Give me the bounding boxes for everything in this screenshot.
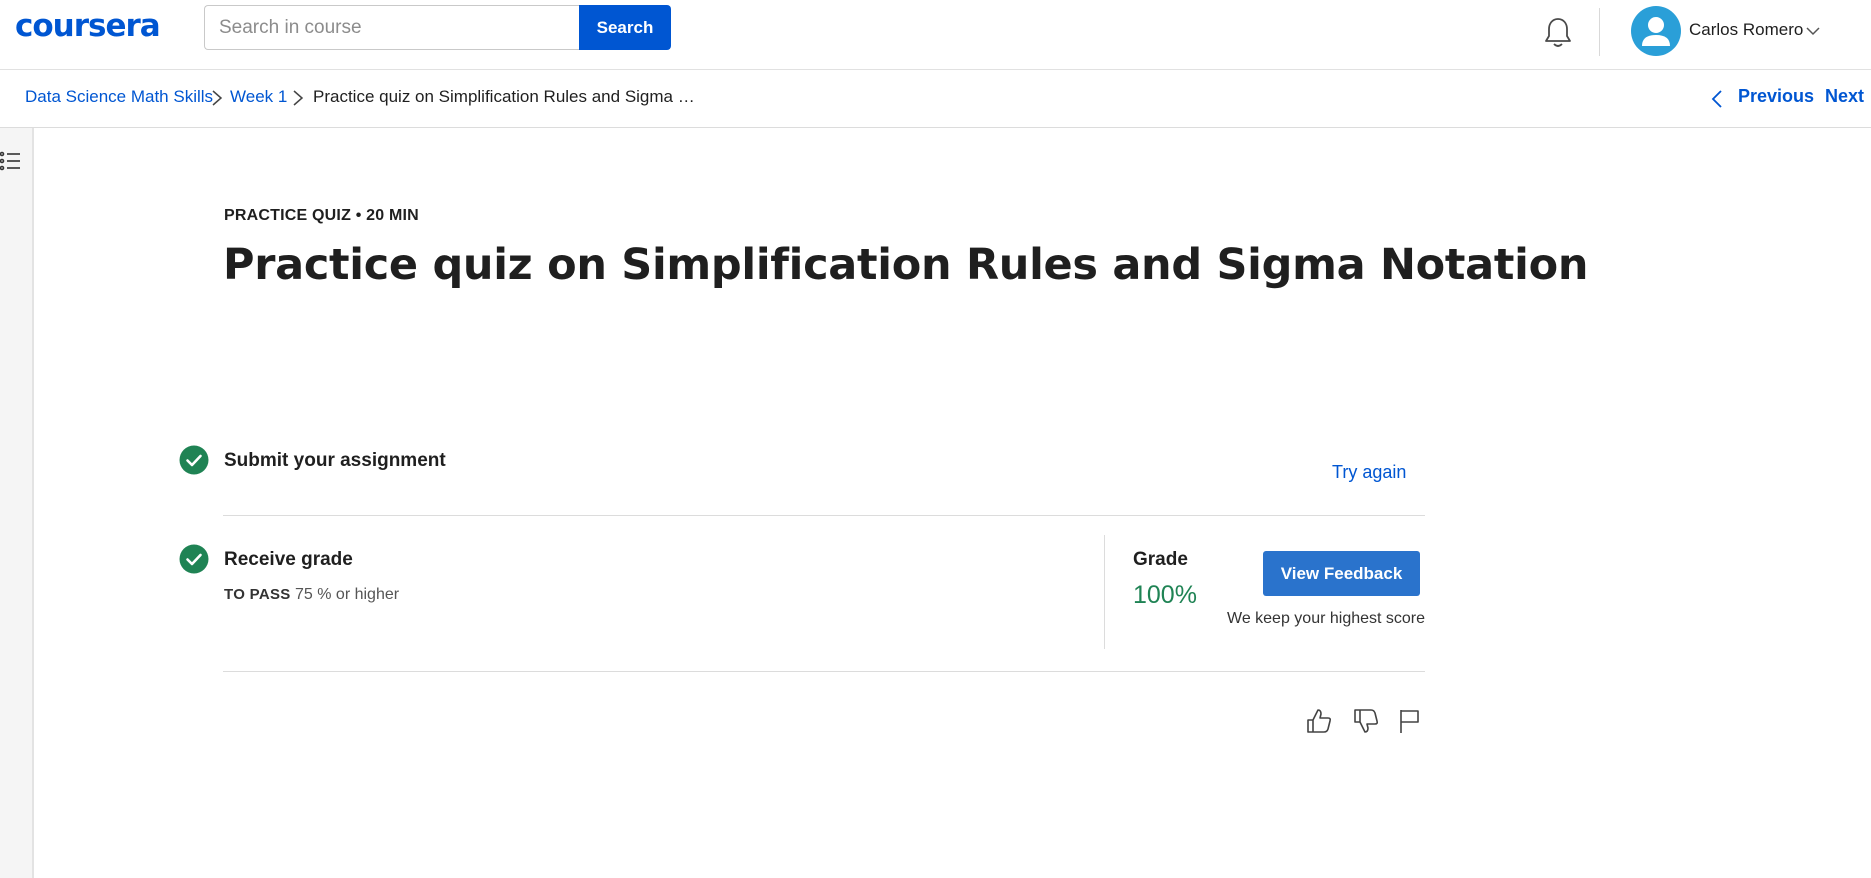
breadcrumb-course[interactable]: Data Science Math Skills xyxy=(25,87,213,107)
section-divider xyxy=(223,515,1425,516)
to-pass-label: TO PASS xyxy=(224,586,291,603)
chevron-left-icon[interactable] xyxy=(1711,89,1723,109)
next-link[interactable]: Next xyxy=(1825,86,1864,107)
header-divider xyxy=(1599,8,1600,56)
thumbs-down-icon[interactable] xyxy=(1352,707,1380,735)
view-feedback-button[interactable]: View Feedback xyxy=(1263,551,1420,596)
section-divider xyxy=(223,671,1425,672)
submit-assignment-title: Submit your assignment xyxy=(224,450,446,471)
user-avatar-icon[interactable] xyxy=(1631,6,1681,56)
outline-list-icon[interactable] xyxy=(0,150,22,172)
thumbs-up-icon[interactable] xyxy=(1305,707,1333,735)
breadcrumb-week[interactable]: Week 1 xyxy=(230,87,287,107)
highest-score-note: We keep your highest score xyxy=(1227,610,1426,627)
to-pass-value: 75 % or higher xyxy=(295,586,400,603)
previous-link[interactable]: Previous xyxy=(1738,86,1814,107)
top-header: coursera Search Carlos Romero xyxy=(0,0,1871,70)
flag-icon[interactable] xyxy=(1396,707,1424,735)
check-circle-icon xyxy=(179,544,209,574)
receive-grade-title: Receive grade xyxy=(224,549,353,570)
grade-divider xyxy=(1104,535,1105,649)
coursera-logo[interactable]: coursera xyxy=(15,8,161,44)
bell-icon[interactable] xyxy=(1542,16,1574,50)
breadcrumb-bar: Data Science Math Skills Week 1 Practice… xyxy=(0,70,1871,128)
grade-value: 100% xyxy=(1133,581,1197,609)
check-circle-icon xyxy=(179,445,209,475)
course-outline-rail xyxy=(0,128,34,878)
breadcrumb-current: Practice quiz on Simplification Rules an… xyxy=(313,87,695,106)
user-name[interactable]: Carlos Romero xyxy=(1689,20,1803,40)
grade-label: Grade xyxy=(1133,549,1188,570)
page-title: Practice quiz on Simplification Rules an… xyxy=(223,240,1589,290)
try-again-link[interactable]: Try again xyxy=(1332,462,1406,483)
quiz-eyebrow: PRACTICE QUIZ • 20 MIN xyxy=(224,207,419,224)
chevron-down-icon[interactable] xyxy=(1805,24,1821,36)
chevron-right-icon xyxy=(211,89,223,107)
chevron-right-icon xyxy=(292,89,304,107)
search-input[interactable] xyxy=(204,5,580,50)
search-button[interactable]: Search xyxy=(579,5,671,50)
